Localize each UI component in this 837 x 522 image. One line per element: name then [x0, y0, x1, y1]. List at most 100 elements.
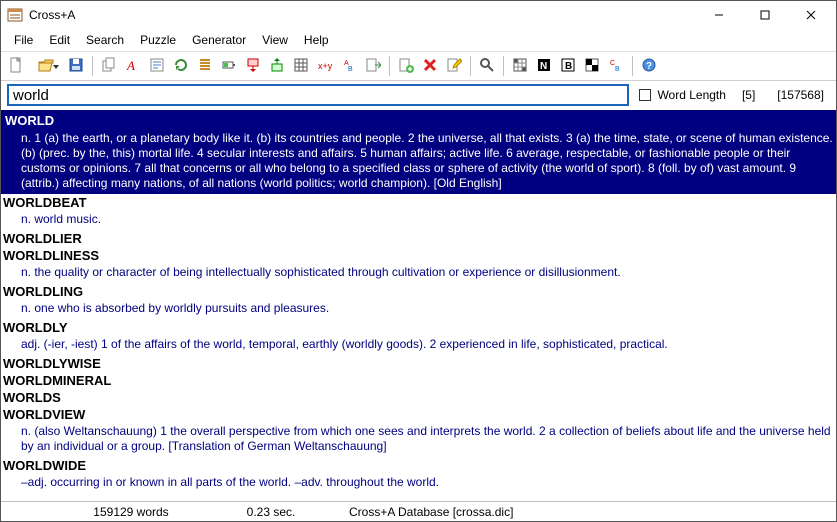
result-word: WORLDLYWISE	[3, 356, 834, 371]
menu-help[interactable]: Help	[297, 31, 336, 49]
statusbar: 159129 words 0.23 sec. Cross+A Database …	[1, 501, 836, 521]
result-entry[interactable]: WORLDLINESSn. the quality or character o…	[1, 247, 836, 283]
titlebar: Cross+A	[1, 1, 836, 29]
menu-generator[interactable]: Generator	[185, 31, 253, 49]
n-button[interactable]: N	[533, 55, 555, 77]
result-word: WORLDLY	[3, 320, 834, 335]
maximize-button[interactable]	[742, 1, 788, 29]
open-button[interactable]	[29, 55, 63, 77]
toolbar-separator	[92, 56, 93, 76]
menu-view[interactable]: View	[255, 31, 295, 49]
count-indicator: [157568]	[771, 88, 830, 102]
menubar: FileEditSearchPuzzleGeneratorViewHelp	[1, 29, 836, 52]
ab-icon: AB	[341, 57, 357, 76]
chess-button[interactable]	[581, 55, 603, 77]
menu-file[interactable]: File	[7, 31, 40, 49]
svg-text:?: ?	[646, 61, 652, 72]
menu-search[interactable]: Search	[79, 31, 131, 49]
length-indicator: [5]	[736, 88, 761, 102]
delete-button[interactable]	[419, 55, 441, 77]
result-entry[interactable]: WORLDLIER	[1, 230, 836, 247]
grid-button[interactable]	[290, 55, 312, 77]
word-length-group: Word Length	[639, 88, 726, 102]
svg-text:x+y: x+y	[318, 61, 333, 71]
result-word: WORLDVIEW	[3, 407, 834, 422]
status-database: Cross+A Database [crossa.dic]	[341, 502, 836, 521]
flag-up-button[interactable]	[266, 55, 288, 77]
copy-button[interactable]	[98, 55, 120, 77]
xy-icon: x+y	[317, 57, 333, 76]
cb-icon: CB	[608, 57, 624, 76]
result-word: WORLDLINESS	[3, 248, 834, 263]
battery-icon	[221, 57, 237, 76]
result-definition: n. world music.	[3, 210, 834, 229]
menu-puzzle[interactable]: Puzzle	[133, 31, 183, 49]
new-button[interactable]	[5, 55, 27, 77]
save-icon	[68, 57, 84, 76]
add-icon	[398, 57, 414, 76]
help-icon: ?	[641, 57, 657, 76]
svg-text:B: B	[565, 61, 572, 72]
export-button[interactable]	[362, 55, 384, 77]
result-entry[interactable]: WORLDMINERAL	[1, 372, 836, 389]
list-icon	[197, 57, 213, 76]
result-word: WORLDLIER	[3, 231, 834, 246]
n-icon: N	[536, 57, 552, 76]
toolbar-separator	[632, 56, 633, 76]
ab-button[interactable]: AB	[338, 55, 360, 77]
help-button[interactable]: ?	[638, 55, 660, 77]
grid2-button[interactable]	[509, 55, 531, 77]
delete-icon	[422, 57, 438, 76]
menu-edit[interactable]: Edit	[42, 31, 77, 49]
close-button[interactable]	[788, 1, 834, 29]
search-input[interactable]	[7, 84, 629, 106]
svg-text:A: A	[126, 58, 135, 73]
result-entry[interactable]: WORLDWIDE–adj. occurring in or known in …	[1, 457, 836, 493]
grid-icon	[293, 57, 309, 76]
svg-text:B: B	[348, 66, 353, 73]
svg-text:N: N	[540, 61, 547, 72]
toolbar-separator	[470, 56, 471, 76]
app-icon	[7, 7, 23, 23]
result-word: WORLDWIDE	[3, 458, 834, 473]
export-icon	[365, 57, 381, 76]
status-time: 0.23 sec.	[201, 502, 341, 521]
minimize-button[interactable]	[696, 1, 742, 29]
result-entry[interactable]: WORLDS	[1, 389, 836, 406]
status-spacer	[1, 502, 61, 521]
copy-icon	[101, 57, 117, 76]
edit-button[interactable]	[443, 55, 465, 77]
window-title: Cross+A	[29, 8, 696, 22]
battery-button[interactable]	[218, 55, 240, 77]
result-definition: adj. (-ier, -iest) 1 of the affairs of t…	[3, 335, 834, 354]
list-button[interactable]	[194, 55, 216, 77]
open-icon	[38, 57, 54, 76]
result-definition: n. (also Weltanschauung) 1 the overall p…	[3, 422, 834, 456]
b-button[interactable]: B	[557, 55, 579, 77]
refresh-button[interactable]	[170, 55, 192, 77]
add-button[interactable]	[395, 55, 417, 77]
search-row: Word Length [5] [157568]	[1, 81, 836, 110]
result-entry[interactable]: WORLDVIEWn. (also Weltanschauung) 1 the …	[1, 406, 836, 457]
svg-text:B: B	[615, 66, 620, 73]
result-entry[interactable]: WORLDLINGn. one who is absorbed by world…	[1, 283, 836, 319]
words-button[interactable]	[146, 55, 168, 77]
refresh-icon	[173, 57, 189, 76]
result-entry[interactable]: WORLDn. 1 (a) the earth, or a planetary …	[1, 111, 836, 194]
xy-button[interactable]: x+y	[314, 55, 336, 77]
save-button[interactable]	[65, 55, 87, 77]
word-length-checkbox[interactable]	[639, 89, 651, 101]
window-controls	[696, 1, 834, 29]
result-entry[interactable]: WORLDLYWISE	[1, 355, 836, 372]
search-button[interactable]	[476, 55, 498, 77]
new-icon	[8, 57, 24, 76]
cb-button[interactable]: CB	[605, 55, 627, 77]
results-list[interactable]: WORLDn. 1 (a) the earth, or a planetary …	[1, 110, 836, 501]
result-entry[interactable]: WORLDLYadj. (-ier, -iest) 1 of the affai…	[1, 319, 836, 355]
result-entry[interactable]: WORLDBEATn. world music.	[1, 194, 836, 230]
font-a-button[interactable]: A	[122, 55, 144, 77]
flag-up-icon	[269, 57, 285, 76]
flag-down-button[interactable]	[242, 55, 264, 77]
result-word: WORLD	[3, 112, 834, 129]
b-icon: B	[560, 57, 576, 76]
